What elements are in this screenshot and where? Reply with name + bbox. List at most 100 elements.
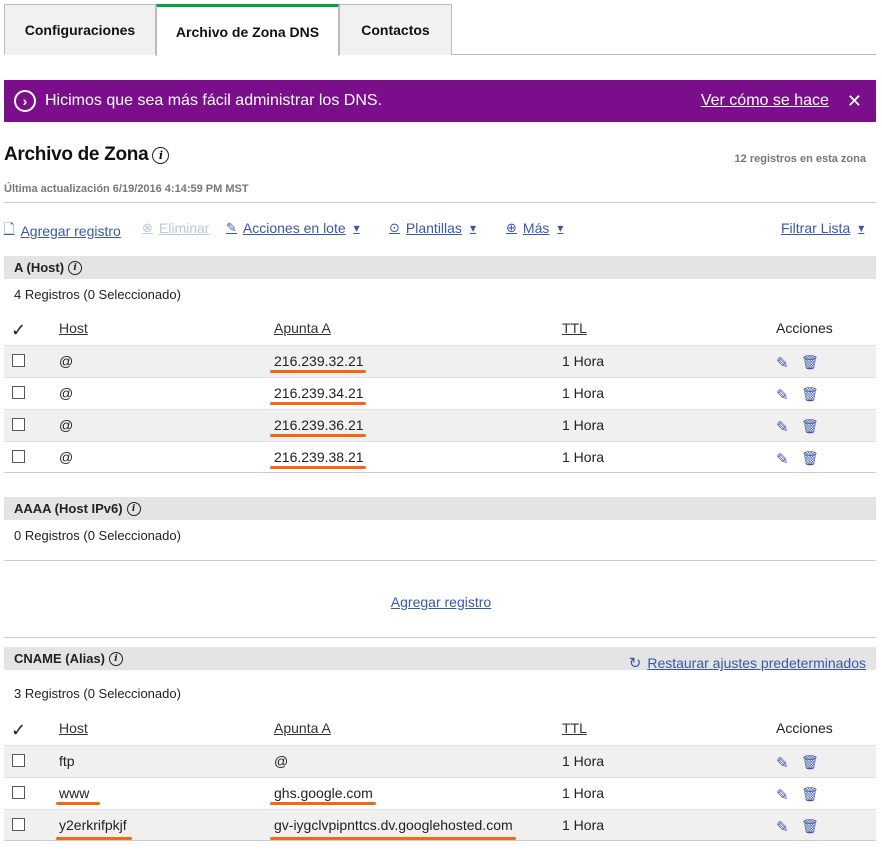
- edit-icon[interactable]: ✎: [776, 786, 789, 804]
- sort-host-header[interactable]: Host: [59, 320, 88, 336]
- banner-howto-link[interactable]: Ver cómo se hace: [701, 92, 829, 110]
- refresh-icon: ↻: [628, 655, 642, 672]
- table-row: @ 216.239.34.21 1 Hora ✎ 🗑: [4, 377, 876, 409]
- points-to-cell: gv-iygclvpipnttcs.dv.googlehosted.com: [274, 817, 513, 833]
- sort-points-to-header[interactable]: Apunta A: [274, 320, 331, 336]
- select-all-check-icon[interactable]: ✓: [11, 720, 26, 741]
- more-label: Más: [522, 220, 550, 236]
- ttl-cell: 1 Hora: [562, 753, 605, 769]
- section-aaaa-header: AAAA (Host IPv6) i: [4, 497, 876, 520]
- trash-icon[interactable]: 🗑: [801, 786, 819, 803]
- section-a-count: 4 Registros (0 Seleccionado): [14, 287, 181, 302]
- sort-ttl-header[interactable]: TTL: [562, 720, 587, 736]
- toolbar: 🗋 Agregar registro ⊗ Eliminar ✎ Acciones en…: [4, 220, 876, 240]
- chevron-down-icon: ▾: [353, 221, 360, 235]
- chevron-right-circle-icon: ›: [14, 90, 36, 112]
- table-row: ftp @ 1 Hora ✎ 🗑: [4, 745, 876, 777]
- edit-icon[interactable]: ✎: [776, 754, 789, 772]
- row-checkbox[interactable]: [12, 818, 25, 831]
- table-row: y2erkrifpkjf gv-iygclvpipnttcs.dv.google…: [4, 809, 876, 841]
- add-record-button[interactable]: 🗋 Agregar registro: [4, 220, 121, 242]
- trash-icon[interactable]: 🗑: [801, 386, 819, 403]
- restore-defaults-link[interactable]: ↻ Restaurar ajustes predeterminados: [629, 654, 866, 672]
- plus-circle-icon: ⊕: [506, 220, 517, 235]
- chevron-down-icon: ▾: [469, 221, 476, 235]
- edit-icon[interactable]: ✎: [776, 354, 789, 372]
- info-icon[interactable]: i: [152, 146, 170, 164]
- edit-icon[interactable]: ✎: [776, 818, 789, 836]
- host-cell: @: [59, 385, 74, 401]
- close-icon[interactable]: ✕: [847, 91, 862, 112]
- ttl-cell: 1 Hora: [562, 817, 605, 833]
- chevron-down-icon: ▾: [858, 221, 865, 235]
- divider: [4, 637, 876, 638]
- divider: [4, 560, 876, 561]
- filter-list-label: Filtrar Lista: [781, 220, 851, 236]
- more-dropdown[interactable]: ⊕ Más ▾: [506, 220, 563, 236]
- host-cell: @: [59, 417, 74, 433]
- sort-ttl-header[interactable]: TTL: [562, 320, 587, 336]
- divider: [4, 202, 876, 203]
- delete-label: Eliminar: [158, 220, 210, 236]
- sort-host-header[interactable]: Host: [59, 720, 88, 736]
- add-file-icon: 🗋: [4, 221, 15, 236]
- section-cname-column-headers: ✓ Host Apunta A TTL Acciones: [4, 711, 876, 745]
- table-row: @ 216.239.32.21 1 Hora ✎ 🗑: [4, 345, 876, 377]
- info-icon[interactable]: i: [109, 651, 124, 666]
- tab-configuraciones[interactable]: Configuraciones: [4, 4, 156, 55]
- info-icon[interactable]: i: [126, 501, 141, 516]
- sort-points-to-header[interactable]: Apunta A: [274, 720, 331, 736]
- row-checkbox[interactable]: [12, 354, 25, 367]
- actions-header: Acciones: [776, 720, 833, 736]
- host-cell: www: [59, 785, 90, 801]
- highlight-underline: [270, 466, 366, 469]
- highlight-underline: [270, 434, 366, 437]
- trash-icon[interactable]: 🗑: [801, 754, 819, 771]
- highlight-underline: [56, 802, 100, 805]
- ttl-cell: 1 Hora: [562, 353, 605, 369]
- row-checkbox[interactable]: [12, 786, 25, 799]
- ttl-cell: 1 Hora: [562, 785, 605, 801]
- select-all-check-icon[interactable]: ✓: [11, 320, 26, 341]
- points-to-cell: 216.239.36.21: [274, 417, 364, 433]
- trash-icon[interactable]: 🗑: [801, 450, 819, 467]
- trash-icon[interactable]: 🗑: [801, 418, 819, 435]
- table-row: @ 216.239.36.21 1 Hora ✎ 🗑: [4, 409, 876, 441]
- row-checkbox[interactable]: [12, 450, 25, 463]
- highlight-underline: [270, 837, 516, 840]
- trash-icon[interactable]: 🗑: [801, 818, 819, 835]
- edit-icon[interactable]: ✎: [776, 418, 789, 436]
- edit-icon[interactable]: ✎: [776, 386, 789, 404]
- templates-dropdown[interactable]: ⊙ Plantillas ▾: [389, 220, 476, 236]
- row-checkbox[interactable]: [12, 386, 25, 399]
- aaaa-add-record-link[interactable]: Agregar registro: [0, 594, 882, 610]
- tab-archivo-zona-dns[interactable]: Archivo de Zona DNS: [156, 4, 339, 56]
- chevron-down-icon: ▾: [557, 221, 564, 235]
- points-to-cell: 216.239.38.21: [274, 449, 364, 465]
- section-aaaa-title: AAAA (Host IPv6): [14, 501, 123, 516]
- section-aaaa-count: 0 Registros (0 Seleccionado): [14, 528, 181, 543]
- row-checkbox[interactable]: [12, 754, 25, 767]
- delete-button[interactable]: ⊗ Eliminar: [142, 220, 209, 236]
- edit-icon[interactable]: ✎: [776, 450, 789, 468]
- add-record-label: Agregar registro: [20, 223, 121, 239]
- trash-icon[interactable]: 🗑: [801, 354, 819, 371]
- host-cell: @: [59, 353, 74, 369]
- row-checkbox[interactable]: [12, 418, 25, 431]
- filter-list-dropdown[interactable]: Filtrar Lista ▾: [781, 220, 864, 236]
- info-icon[interactable]: i: [68, 260, 83, 275]
- tab-contactos[interactable]: Contactos: [339, 4, 452, 55]
- ttl-cell: 1 Hora: [562, 417, 605, 433]
- section-a-column-headers: ✓ Host Apunta A TTL Acciones: [4, 311, 876, 345]
- table-row: @ 216.239.38.21 1 Hora ✎ 🗑: [4, 441, 876, 473]
- host-cell: ftp: [59, 753, 75, 769]
- bulk-actions-label: Acciones en lote: [242, 220, 346, 236]
- actions-header: Acciones: [776, 320, 833, 336]
- chevron-circle-icon: ⊙: [389, 220, 400, 235]
- page-title-text: Archivo de Zona: [4, 144, 149, 165]
- edit-list-icon: ✎: [226, 220, 237, 235]
- section-cname-title: CNAME (Alias): [14, 651, 106, 666]
- bulk-actions-dropdown[interactable]: ✎ Acciones en lote ▾: [226, 220, 360, 236]
- highlight-underline: [270, 802, 376, 805]
- points-to-cell: @: [274, 753, 289, 769]
